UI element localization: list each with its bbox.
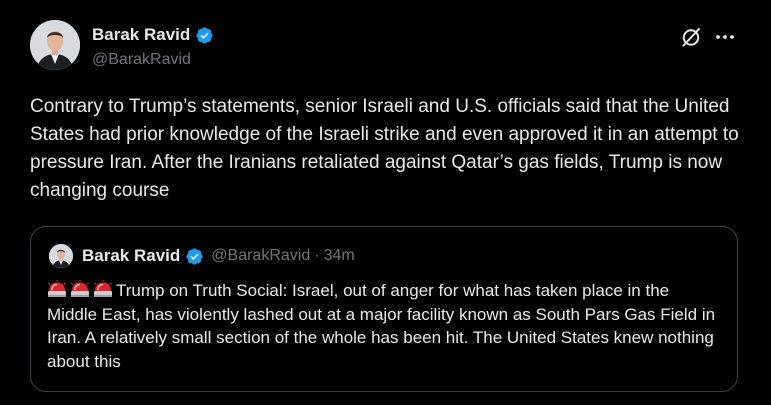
avatar[interactable] — [30, 20, 80, 70]
name-row: Barak Ravid — [92, 24, 214, 46]
author-info: Barak Ravid @BarakRavid — [92, 24, 214, 69]
police-car-light-icon — [94, 280, 112, 297]
quoted-handle: @BarakRavid — [211, 247, 311, 264]
quoted-timestamp[interactable]: 34m — [324, 247, 355, 265]
verified-badge-icon — [196, 26, 213, 44]
quoted-header: Barak Ravid @BarakRavid · 34m — [82, 245, 355, 267]
quoted-tweet[interactable]: Barak Ravid @BarakRavid · 34m Trump on T… — [30, 226, 738, 392]
display-name[interactable]: Barak Ravid — [92, 25, 190, 45]
grok-icon[interactable] — [679, 25, 703, 49]
police-car-light-icon — [48, 280, 66, 297]
quoted-separator: · — [314, 247, 320, 264]
police-car-light-icon — [71, 280, 89, 297]
tweet: Barak Ravid @BarakRavid Contrary to Trum… — [0, 0, 771, 405]
quoted-text: Trump on Truth Social: Israel, out of an… — [47, 279, 723, 373]
quoted-text-body: Trump on Truth Social: Israel, out of an… — [47, 281, 716, 371]
quoted-avatar — [49, 244, 73, 268]
quoted-verified-badge-icon — [186, 247, 203, 265]
tweet-text: Contrary to Trump’s statements, senior I… — [30, 96, 739, 201]
quoted-meta: @BarakRavid · 34m — [211, 247, 354, 265]
quoted-display-name: Barak Ravid — [82, 246, 181, 265]
handle[interactable]: @BarakRavid — [92, 51, 214, 69]
more-options-icon[interactable] — [712, 25, 738, 49]
